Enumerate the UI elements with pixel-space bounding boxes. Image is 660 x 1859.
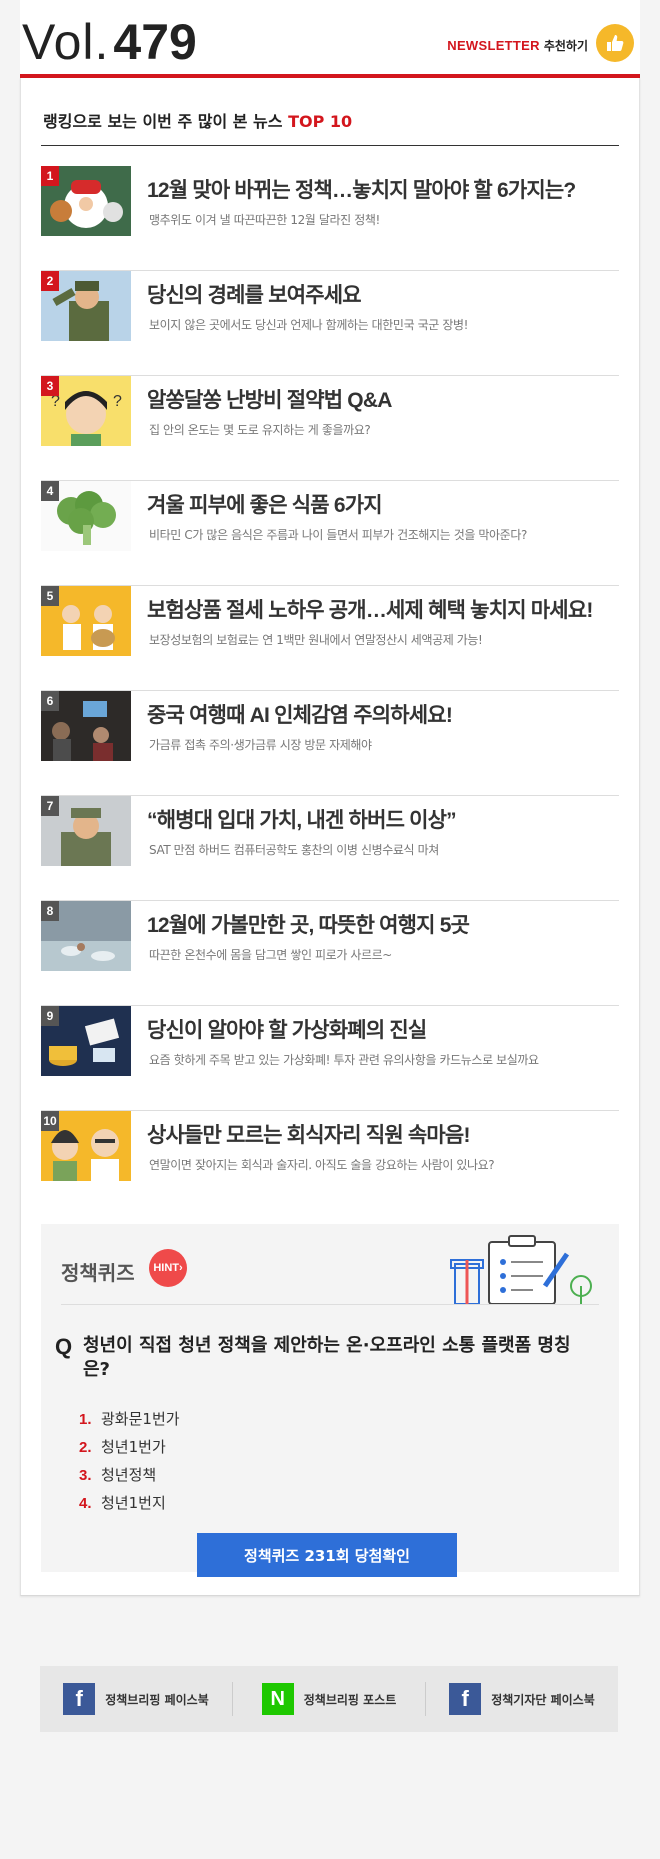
news-title[interactable]: 당신의 경례를 보여주세요 <box>147 279 362 309</box>
news-title[interactable]: 중국 여행때 AI 인체감염 주의하세요! <box>147 699 453 729</box>
option-number: 2. <box>79 1439 92 1456</box>
news-title[interactable]: “해병대 입대 가치, 내겐 하버드 이상” <box>147 804 457 834</box>
news-subtitle: 가금류 접촉 주의·생가금류 시장 방문 자제해야 <box>149 738 372 752</box>
option-text: 청년정책 <box>101 1466 157 1484</box>
facebook-icon: f <box>63 1683 96 1715</box>
news-subtitle: 보장성보험의 보험료는 연 1백만 원내에서 연말정산시 세액공제 가능! <box>149 633 483 647</box>
news-title[interactable]: 알쏭달쏭 난방비 절약법 Q&A <box>147 384 392 414</box>
rank-badge: 4 <box>41 481 59 501</box>
naver-icon: N <box>261 1683 294 1715</box>
news-subtitle: 맹추위도 이겨 낼 따끈따끈한 12월 달라진 정책! <box>149 213 380 227</box>
option-number: 3. <box>79 1467 92 1484</box>
news-title[interactable]: 상사들만 모르는 회식자리 직원 속마음! <box>147 1119 470 1149</box>
ranking-title-text: 랭킹으로 보는 이번 주 많이 본 뉴스 <box>43 112 283 131</box>
news-thumbnail[interactable]: 1 <box>41 166 131 236</box>
quiz-options: 1. 광화문1번가 2. 청년1번가 3. 청년정책 4. 청년1번지 <box>79 1408 180 1520</box>
rank-badge: 5 <box>41 586 59 606</box>
ranking-title-accent: TOP 10 <box>288 112 353 131</box>
svg-text:?: ? <box>113 393 122 410</box>
news-item[interactable]: 4 겨울 피부에 좋은 식품 6가지 비타민 C가 많은 음식은 주름과 나이 … <box>41 481 619 586</box>
quiz-divider <box>61 1304 599 1305</box>
news-thumbnail[interactable]: 7 <box>41 796 131 866</box>
question-mark-icon: Q <box>55 1334 73 1359</box>
rank-badge: 9 <box>41 1006 59 1026</box>
news-subtitle: 집 안의 온도는 몇 도로 유지하는 게 좋을까요? <box>149 423 371 437</box>
news-title[interactable]: 보험상품 절세 노하우 공개…세제 혜택 놓치지 마세요! <box>147 594 593 624</box>
news-item[interactable]: 2 당신의 경례를 보여주세요 보이지 않은 곳에서도 당신과 언제나 함께하는… <box>41 271 619 376</box>
option-number: 1. <box>79 1411 92 1428</box>
newsletter-recommend-link[interactable]: NEWSLETTER 추천하기 <box>447 37 588 55</box>
facebook-icon: f <box>449 1683 482 1715</box>
news-thumbnail[interactable]: 2 <box>41 271 131 341</box>
volume-label: Vol.479 <box>22 14 197 70</box>
policy-briefing-post-link[interactable]: N 정책브리핑 포스트 <box>233 1682 425 1716</box>
clipboard-illustration-icon <box>449 1234 599 1308</box>
footer-link-label: 정책브리핑 포스트 <box>303 1692 397 1707</box>
policy-quiz: 정책퀴즈 HINT › Q 청년이 직접 청년 정책을 제안하는 온·오프라인 소… <box>41 1224 619 1577</box>
option-text: 청년1번가 <box>101 1438 166 1456</box>
content-card: 랭킹으로 보는 이번 주 많이 본 뉴스 TOP 10 1 12월 맞아 바뀌는… <box>20 78 640 1596</box>
volume-number: 479 <box>113 14 197 70</box>
option-text: 광화문1번가 <box>101 1410 180 1428</box>
news-subtitle: 요즘 핫하게 주목 받고 있는 가상화폐! 투자 관련 유의사항을 카드뉴스로 … <box>149 1053 539 1067</box>
news-item[interactable]: 10 상사들만 모르는 회식자리 직원 속마음! 연말이면 잦아지는 회식과 술… <box>41 1111 619 1216</box>
quiz-option: 1. 광화문1번가 <box>79 1408 180 1436</box>
rank-badge: 2 <box>41 271 59 291</box>
news-thumbnail[interactable]: 6 <box>41 691 131 761</box>
thumbs-up-icon[interactable] <box>596 24 634 62</box>
news-subtitle: SAT 만점 하버드 컴퓨터공학도 홍찬의 이병 신병수료식 마쳐 <box>149 843 439 857</box>
news-thumbnail[interactable]: 9 <box>41 1006 131 1076</box>
news-item[interactable]: 7 “해병대 입대 가치, 내겐 하버드 이상” SAT 만점 하버드 컴퓨터공… <box>41 796 619 901</box>
quiz-option: 4. 청년1번지 <box>79 1492 180 1520</box>
sns-footer: f 정책브리핑 페이스북 N 정책브리핑 포스트 f 정책기자단 페이스북 <box>40 1666 618 1732</box>
quiz-label: 정책퀴즈 <box>61 1261 135 1285</box>
news-item[interactable]: 1 12월 맞아 바뀌는 정책…놓치지 말아야 할 6가지는? 맹추위도 이겨 … <box>41 166 619 271</box>
news-thumbnail[interactable]: ?? 3 <box>41 376 131 446</box>
quiz-question: 청년이 직접 청년 정책을 제안하는 온·오프라인 소통 플랫폼 명칭은? <box>83 1335 571 1380</box>
policy-briefing-facebook-link[interactable]: f 정책브리핑 페이스북 <box>40 1682 232 1716</box>
news-item[interactable]: 6 중국 여행때 AI 인체감염 주의하세요! 가금류 접촉 주의·생가금류 시… <box>41 691 619 796</box>
recommend-label: 추천하기 <box>543 39 588 53</box>
news-item[interactable]: 5 보험상품 절세 노하우 공개…세제 혜택 놓치지 마세요! 보장성보험의 보… <box>41 586 619 691</box>
rank-badge: 6 <box>41 691 59 711</box>
news-subtitle: 연말이면 잦아지는 회식과 술자리. 아직도 술을 강요하는 사람이 있나요? <box>149 1158 495 1172</box>
news-thumbnail[interactable]: 4 <box>41 481 131 551</box>
quiz-result-button[interactable]: 정책퀴즈 231회 당첨확인 <box>197 1533 457 1577</box>
newsletter-header: Vol.479 NEWSLETTER 추천하기 <box>20 0 640 78</box>
news-thumbnail[interactable]: 10 <box>41 1111 131 1181</box>
volume-prefix: Vol. <box>22 14 110 70</box>
news-title[interactable]: 12월 맞아 바뀌는 정책…놓치지 말아야 할 6가지는? <box>147 174 576 204</box>
quiz-option: 3. 청년정책 <box>79 1464 180 1492</box>
news-thumbnail[interactable]: 5 <box>41 586 131 656</box>
news-item[interactable]: ?? 3 알쏭달쏭 난방비 절약법 Q&A 집 안의 온도는 몇 도로 유지하는… <box>41 376 619 481</box>
news-thumbnail[interactable]: 8 <box>41 901 131 971</box>
hint-label: HINT <box>153 1262 179 1274</box>
ranking-title: 랭킹으로 보는 이번 주 많이 본 뉴스 TOP 10 <box>43 108 352 132</box>
quiz-option: 2. 청년1번가 <box>79 1436 180 1464</box>
news-item[interactable]: 9 당신이 알아야 할 가상화폐의 진실 요즘 핫하게 주목 받고 있는 가상화… <box>41 1006 619 1111</box>
news-list: 1 12월 맞아 바뀌는 정책…놓치지 말아야 할 6가지는? 맹추위도 이겨 … <box>41 166 619 1216</box>
rank-badge: 8 <box>41 901 59 921</box>
rank-badge: 10 <box>41 1111 59 1131</box>
news-subtitle: 보이지 않은 곳에서도 당신과 언제나 함께하는 대한민국 국군 장병! <box>149 318 469 332</box>
hint-button[interactable]: HINT › <box>149 1249 187 1287</box>
policy-reporters-facebook-link[interactable]: f 정책기자단 페이스북 <box>426 1682 618 1716</box>
news-title[interactable]: 당신이 알아야 할 가상화폐의 진실 <box>147 1014 427 1044</box>
news-title[interactable]: 12월에 가볼만한 곳, 따뜻한 여행지 5곳 <box>147 909 470 939</box>
option-number: 4. <box>79 1495 92 1512</box>
footer-link-label: 정책기자단 페이스북 <box>491 1692 595 1707</box>
news-subtitle: 비타민 C가 많은 음식은 주름과 나이 들면서 피부가 건조해지는 것을 막아… <box>149 528 527 542</box>
news-item[interactable]: 8 12월에 가볼만한 곳, 따뜻한 여행지 5곳 따끈한 온천수에 몸을 담그… <box>41 901 619 1006</box>
news-title[interactable]: 겨울 피부에 좋은 식품 6가지 <box>147 489 383 519</box>
chevron-right-icon: › <box>179 1262 183 1274</box>
rank-badge: 3 <box>41 376 59 396</box>
rank-badge: 7 <box>41 796 59 816</box>
newsletter-label: NEWSLETTER <box>447 38 540 53</box>
footer-link-label: 정책브리핑 페이스북 <box>105 1692 209 1707</box>
ranking-divider <box>41 145 619 146</box>
news-subtitle: 따끈한 온천수에 몸을 담그면 쌓인 피로가 사르르~ <box>149 948 392 962</box>
rank-badge: 1 <box>41 166 59 186</box>
option-text: 청년1번지 <box>101 1494 166 1512</box>
